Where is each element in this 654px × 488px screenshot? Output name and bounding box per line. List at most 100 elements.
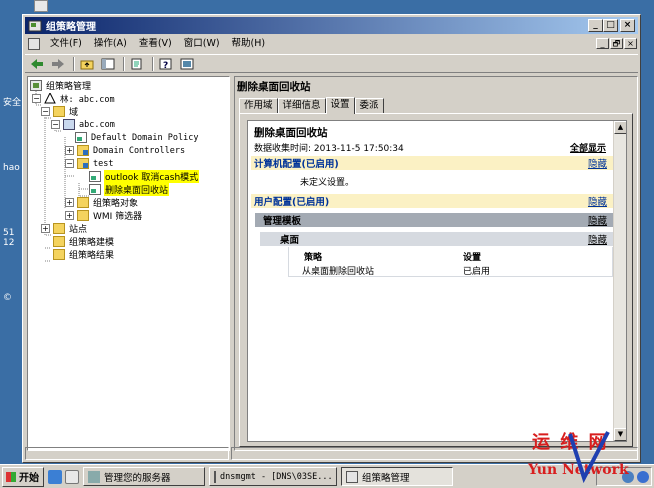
gpmc-app-icon: [28, 20, 42, 32]
domains-folder-icon: [53, 106, 65, 117]
tree-node-root[interactable]: 组策略管理: [30, 79, 92, 92]
close-button[interactable]: ×: [620, 19, 635, 32]
tree-node-domain-controllers[interactable]: + Domain Controllers: [65, 144, 186, 157]
tree-node-domains[interactable]: − 域: [41, 105, 79, 118]
collapse-icon[interactable]: −: [65, 159, 74, 168]
section-label: 桌面: [280, 235, 300, 246]
title-bar[interactable]: 组策略管理 _ □ ×: [25, 17, 638, 34]
toolbar-separator: [73, 56, 75, 71]
properties-icon[interactable]: [178, 56, 196, 72]
gpo-link-icon: [75, 132, 87, 143]
tab-details[interactable]: 详细信息: [277, 98, 326, 113]
desktop-icon-label: 12: [3, 238, 15, 248]
export-icon[interactable]: [128, 56, 146, 72]
menu-help[interactable]: 帮助(H): [226, 36, 272, 52]
admin-templates-section[interactable]: 管理模板 隐藏: [255, 213, 613, 227]
ie-icon[interactable]: [48, 469, 62, 484]
results-folder-icon: [53, 249, 65, 260]
ou-icon: [77, 145, 89, 156]
gpo-link-icon: [89, 171, 101, 182]
taskbar-button-server-manager[interactable]: 管理您的服务器: [83, 467, 205, 486]
menu-action[interactable]: 操作(A): [88, 36, 133, 52]
quick-launch: [48, 469, 79, 484]
desktop-section[interactable]: 桌面 隐藏: [260, 232, 613, 246]
start-button[interactable]: 开始: [2, 466, 44, 487]
menu-view[interactable]: 查看(V): [133, 36, 178, 52]
svg-text:?: ?: [163, 61, 168, 70]
menu-window[interactable]: 窗口(W): [178, 36, 226, 52]
section-label: 用户配置(已启用): [254, 197, 330, 208]
tree-node-ou-test[interactable]: − test: [65, 157, 114, 170]
tree-node-label: 组策略管理: [46, 82, 92, 92]
tree-node-label: 组策略结果: [69, 251, 115, 261]
settings-panel: 删除桌面回收站 数据收集时间: 2013-11-5 17:50:34 全部显示 …: [239, 113, 633, 447]
tree-node-label: abc.com: [79, 119, 115, 130]
menu-file[interactable]: 文件(F): [44, 36, 88, 52]
tree-node-default-policy[interactable]: Default Domain Policy: [75, 131, 199, 144]
toolbar: ?: [25, 54, 638, 73]
tab-scope[interactable]: 作用域: [239, 98, 278, 113]
forward-icon[interactable]: [49, 56, 67, 72]
ou-icon: [77, 158, 89, 169]
tab-settings[interactable]: 设置: [325, 97, 355, 114]
collapse-icon[interactable]: −: [32, 94, 41, 103]
no-settings-text: 未定义设置。: [300, 178, 355, 188]
desktop-icon-label: hao: [3, 163, 20, 173]
show-desktop-icon[interactable]: [65, 469, 79, 484]
hide-link[interactable]: 隐藏: [588, 213, 607, 227]
tree-node-modeling[interactable]: 组策略建模: [53, 235, 115, 248]
help-icon[interactable]: ?: [157, 56, 175, 72]
tree-node-gpo-outlook[interactable]: outlook 取消cash模式: [89, 170, 200, 183]
tree-node-label: 组策略建模: [69, 238, 115, 248]
mdi-restore-button[interactable]: 🗗: [610, 38, 623, 49]
tree-node-label: Default Domain Policy: [91, 132, 199, 143]
desktop-icon-label: 安全: [3, 98, 22, 108]
mdi-close-button[interactable]: ×: [624, 38, 637, 49]
section-label: 计算机配置(已启用): [254, 159, 339, 170]
windows-logo-icon: [6, 471, 16, 482]
report-scrollbar[interactable]: ▲ ▼: [613, 121, 626, 441]
show-hide-tree-icon[interactable]: [99, 56, 117, 72]
expand-icon[interactable]: +: [41, 224, 50, 233]
show-all-link[interactable]: 全部显示: [570, 141, 606, 154]
tree-node-gpo-objects[interactable]: + 组策略对象: [65, 196, 139, 209]
taskbar-button-gpmc[interactable]: 组策略管理: [341, 467, 453, 486]
tree-node-wmi-filters[interactable]: + WMI 筛选器: [65, 209, 143, 222]
computer-config-section[interactable]: 计算机配置(已启用) 隐藏: [251, 156, 613, 170]
scroll-up-icon[interactable]: ▲: [614, 121, 626, 134]
forest-icon: [44, 93, 56, 104]
tree-node-domain[interactable]: − abc.com: [51, 118, 116, 131]
gpmc-menu-icon[interactable]: [28, 38, 40, 50]
desktop-icon-label: ©: [3, 293, 12, 303]
recycle-bin-desktop-icon[interactable]: [34, 0, 48, 12]
tree-node-results[interactable]: 组策略结果: [53, 248, 115, 261]
expand-icon[interactable]: +: [65, 146, 74, 155]
collapse-icon[interactable]: −: [51, 120, 60, 129]
tree-node-sites[interactable]: + 站点: [41, 222, 88, 235]
domain-icon: [63, 119, 75, 130]
taskbar-button-dnsmgmt[interactable]: dnsmgmt - [DNS\03SE...: [209, 467, 337, 486]
expand-icon[interactable]: +: [65, 211, 74, 220]
report-title: 删除桌面回收站: [254, 127, 328, 139]
back-icon[interactable]: [28, 56, 46, 72]
details-title: 删除桌面回收站: [237, 81, 311, 93]
minimize-button[interactable]: _: [588, 19, 603, 32]
gpo-link-icon: [89, 184, 101, 195]
collapse-icon[interactable]: −: [41, 107, 50, 116]
up-folder-icon[interactable]: [78, 56, 96, 72]
expand-icon[interactable]: +: [65, 198, 74, 207]
tab-delegation[interactable]: 委派: [354, 98, 384, 113]
menu-bar: 文件(F) 操作(A) 查看(V) 窗口(W) 帮助(H): [25, 35, 638, 53]
maximize-button[interactable]: □: [603, 19, 618, 32]
hide-link[interactable]: 隐藏: [588, 194, 607, 208]
hide-link[interactable]: 隐藏: [588, 156, 607, 170]
help-tray-icon[interactable]: [637, 470, 649, 483]
tree-node-label: 删除桌面回收站: [104, 183, 170, 196]
tree-node-forest[interactable]: − 林: abc.com: [32, 92, 116, 105]
user-config-section[interactable]: 用户配置(已启用) 隐藏: [251, 194, 613, 208]
tree-node-gpo-recycle[interactable]: 删除桌面回收站: [89, 183, 170, 196]
hide-link[interactable]: 隐藏: [588, 232, 607, 246]
start-label: 开始: [19, 473, 39, 484]
mdi-minimize-button[interactable]: _: [596, 38, 609, 49]
gpmc-window: 组策略管理 _ □ × 文件(F) 操作(A) 查看(V) 窗口(W) 帮助(H…: [22, 14, 641, 463]
